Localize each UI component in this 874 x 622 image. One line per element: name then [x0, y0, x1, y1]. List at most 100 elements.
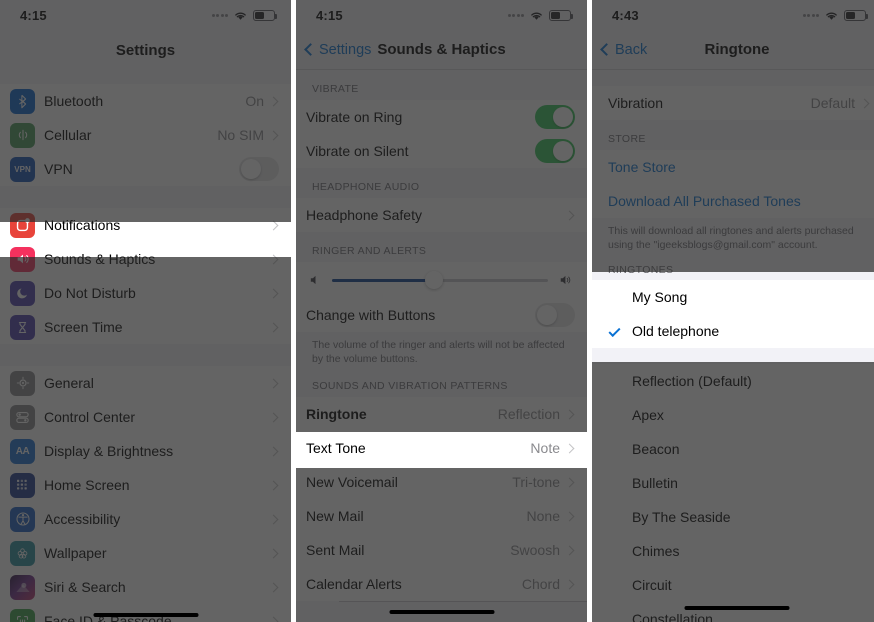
- sidebar-item-notifications[interactable]: Notifications: [0, 208, 291, 242]
- row-label: Vibrate on Silent: [306, 143, 409, 159]
- sidebar-item-do-not-disturb[interactable]: Do Not Disturb: [0, 276, 291, 310]
- sidebar-item-control-center[interactable]: Control Center: [0, 400, 291, 434]
- back-button[interactable]: Back: [592, 42, 647, 58]
- row-sent-mail[interactable]: Sent Mail Swoosh: [296, 533, 587, 567]
- row-vibrate-on-silent[interactable]: Vibrate on Silent: [296, 134, 587, 168]
- sidebar-item-bluetooth[interactable]: Bluetooth On: [0, 84, 291, 118]
- signal-dots-icon: [211, 13, 228, 17]
- chevron-right-icon: [564, 210, 575, 220]
- slider-thumb[interactable]: [424, 271, 443, 289]
- row-value: No SIM: [217, 127, 264, 143]
- row-value: Reflection: [497, 406, 560, 422]
- row-value: Default: [810, 95, 855, 111]
- chevron-right-icon: [268, 220, 279, 230]
- sidebar-item-label: Control Center: [44, 409, 136, 425]
- chevron-right-icon: [268, 378, 279, 388]
- row-value: Swoosh: [510, 542, 560, 558]
- row-label: Constellation: [632, 611, 713, 622]
- ringtone-list[interactable]: Vibration Default STORE Tone Store Downl…: [592, 70, 874, 622]
- battery-icon: [549, 9, 573, 21]
- chevron-right-icon: [564, 545, 575, 555]
- sidebar-item-label: General: [44, 375, 94, 391]
- row-tone-chimes[interactable]: Chimes: [592, 534, 874, 568]
- ringer-volume-slider-row[interactable]: [296, 262, 587, 298]
- group-spacer: [0, 344, 291, 366]
- chevron-left-icon: [304, 43, 317, 56]
- speaker-high-icon: [560, 275, 571, 285]
- row-vibration[interactable]: Vibration Default: [592, 86, 874, 120]
- group-spacer: [592, 70, 874, 86]
- sidebar-item-siri-search[interactable]: Siri & Search: [0, 570, 291, 604]
- chevron-left-icon: [600, 43, 613, 56]
- row-tone-my-song[interactable]: My Song: [592, 280, 874, 314]
- back-button-label: Settings: [319, 41, 372, 58]
- row-new-voicemail[interactable]: New Voicemail Tri-tone: [296, 465, 587, 499]
- row-change-with-buttons[interactable]: Change with Buttons: [296, 298, 587, 332]
- row-label: Headphone Safety: [306, 207, 422, 223]
- ringer-volume-slider[interactable]: [332, 271, 548, 289]
- row-label: Download All Purchased Tones: [608, 193, 801, 209]
- status-time: 4:15: [20, 7, 47, 23]
- status-time: 4:43: [612, 7, 639, 23]
- sidebar-item-screen-time[interactable]: Screen Time: [0, 310, 291, 344]
- row-new-mail[interactable]: New Mail None: [296, 499, 587, 533]
- row-label: Sent Mail: [306, 542, 365, 558]
- row-ringtone[interactable]: Ringtone Reflection: [296, 397, 587, 431]
- vibrate-on-ring-toggle[interactable]: [535, 105, 575, 129]
- chevron-right-icon: [268, 446, 279, 456]
- sidebar-item-general[interactable]: General: [0, 366, 291, 400]
- sidebar-item-accessibility[interactable]: Accessibility: [0, 502, 291, 536]
- settings-list[interactable]: Bluetooth On Cellular No SIM VPN VPN Not…: [0, 70, 291, 622]
- nav-bar: Settings: [0, 30, 291, 70]
- chevron-right-icon: [268, 480, 279, 490]
- status-indicators: [211, 9, 277, 21]
- status-time: 4:15: [316, 7, 343, 23]
- signal-dots-icon: [507, 13, 524, 17]
- battery-icon: [844, 9, 868, 21]
- chevron-right-icon: [564, 511, 575, 521]
- vibrate-on-silent-toggle[interactable]: [535, 139, 575, 163]
- sidebar-item-label: Screen Time: [44, 319, 123, 335]
- status-bar: 4:15: [296, 0, 587, 30]
- sidebar-item-home-screen[interactable]: Home Screen: [0, 468, 291, 502]
- row-tone-bulletin[interactable]: Bulletin: [592, 466, 874, 500]
- row-text-tone[interactable]: Text Tone Note: [296, 431, 587, 465]
- row-download-all-purchased-tones[interactable]: Download All Purchased Tones: [592, 184, 874, 218]
- sidebar-item-sounds-haptics[interactable]: Sounds & Haptics: [0, 242, 291, 276]
- sidebar-item-wallpaper[interactable]: Wallpaper: [0, 536, 291, 570]
- back-button[interactable]: Settings: [296, 42, 371, 58]
- home-indicator: [93, 613, 198, 617]
- row-tone-store[interactable]: Tone Store: [592, 150, 874, 184]
- row-label: Beacon: [632, 441, 680, 457]
- row-headphone-safety[interactable]: Headphone Safety: [296, 198, 587, 232]
- wallpaper-icon: [10, 540, 35, 566]
- row-value: Chord: [521, 576, 560, 592]
- row-tone-constellation[interactable]: Constellation: [592, 602, 874, 622]
- chevron-right-icon: [268, 514, 279, 524]
- chevron-right-icon: [268, 582, 279, 592]
- sidebar-item-vpn[interactable]: VPN VPN: [0, 152, 291, 186]
- change-with-buttons-toggle[interactable]: [535, 303, 575, 327]
- group-spacer: [0, 70, 291, 84]
- sidebar-item-display-brightness[interactable]: AA Display & Brightness: [0, 434, 291, 468]
- row-calendar-alerts[interactable]: Calendar Alerts Chord: [296, 567, 587, 601]
- row-tone-by-the-seaside[interactable]: By The Seaside: [592, 500, 874, 534]
- row-tone-circuit[interactable]: Circuit: [592, 568, 874, 602]
- row-label: Tone Store: [608, 159, 676, 175]
- do-not-disturb-icon: [10, 280, 35, 306]
- sidebar-item-cellular[interactable]: Cellular No SIM: [0, 118, 291, 152]
- home-indicator: [389, 610, 494, 614]
- row-label: My Song: [632, 289, 688, 305]
- row-tone-apex[interactable]: Apex: [592, 398, 874, 432]
- vpn-toggle[interactable]: [239, 157, 279, 181]
- phone-screen-settings: 4:15 Settings Bluetooth On Cellular No S…: [0, 0, 291, 622]
- wifi-icon: [235, 12, 246, 20]
- row-vibrate-on-ring[interactable]: Vibrate on Ring: [296, 100, 587, 134]
- row-tone-reflection-default[interactable]: Reflection (Default): [592, 364, 874, 398]
- sounds-haptics-list[interactable]: VIBRATE Vibrate on Ring Vibrate on Silen…: [296, 70, 587, 601]
- row-tone-beacon[interactable]: Beacon: [592, 432, 874, 466]
- row-tone-old-telephone[interactable]: Old telephone: [592, 314, 874, 348]
- row-label: Apex: [632, 407, 664, 423]
- status-indicators: [802, 9, 868, 21]
- row-label: Text Tone: [306, 440, 366, 456]
